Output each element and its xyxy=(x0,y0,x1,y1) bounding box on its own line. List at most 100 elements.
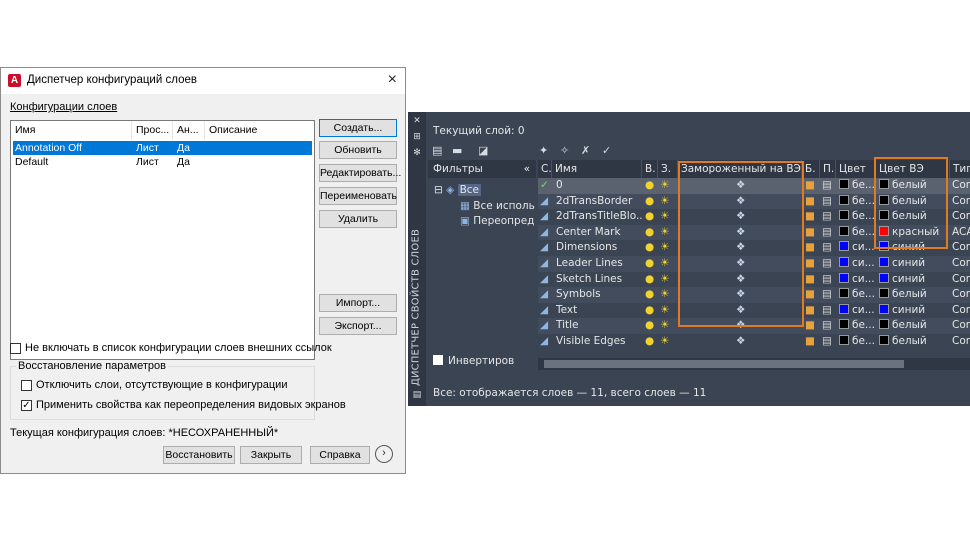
freeze-sun-icon[interactable]: ☀ xyxy=(660,178,674,193)
list-row[interactable]: Annotation Off Лист Да xyxy=(13,141,312,155)
tree-item-all[interactable]: ⊟ ◈ Все xyxy=(434,184,482,196)
linetype[interactable]: Cont xyxy=(952,318,970,333)
plot-icon[interactable]: ▤ xyxy=(822,225,834,240)
group-filter-icon[interactable]: ▬ xyxy=(452,145,466,157)
lock-icon[interactable]: ■ xyxy=(805,287,817,302)
plot-icon[interactable]: ▤ xyxy=(822,256,834,271)
on-off-icon[interactable]: ● xyxy=(645,240,657,255)
lock-icon[interactable]: ■ xyxy=(805,209,817,224)
freeze-sun-icon[interactable]: ☀ xyxy=(660,209,674,224)
freeze-sun-icon[interactable]: ☀ xyxy=(660,256,674,271)
import-button[interactable]: Импорт... xyxy=(319,294,397,312)
vp-freeze-icon[interactable]: ❖ xyxy=(736,334,750,349)
on-off-icon[interactable]: ● xyxy=(645,209,657,224)
freeze-sun-icon[interactable]: ☀ xyxy=(660,334,674,349)
col-header-space[interactable]: Прос... xyxy=(132,121,173,139)
edit-button[interactable]: Редактировать... xyxy=(319,164,401,182)
lock-icon[interactable]: ■ xyxy=(805,303,817,318)
plot-icon[interactable]: ▤ xyxy=(822,303,834,318)
col-header-status[interactable]: С. xyxy=(538,160,552,178)
on-off-icon[interactable]: ● xyxy=(645,225,657,240)
layer-color[interactable]: си... xyxy=(839,272,875,287)
close-icon[interactable]: × xyxy=(388,71,397,89)
freeze-sun-icon[interactable]: ☀ xyxy=(660,225,674,240)
linetype[interactable]: Cont xyxy=(952,256,970,271)
layer-color[interactable]: бе... xyxy=(839,287,875,302)
layer-vp-color[interactable]: белый xyxy=(879,287,949,302)
freeze-sun-icon[interactable]: ☀ xyxy=(660,194,674,209)
on-off-icon[interactable]: ● xyxy=(645,334,657,349)
on-off-icon[interactable]: ● xyxy=(645,272,657,287)
lock-icon[interactable]: ■ xyxy=(805,194,817,209)
on-off-icon[interactable]: ● xyxy=(645,178,657,193)
col-header-description[interactable]: Описание xyxy=(205,121,314,139)
col-header-freeze[interactable]: З. xyxy=(658,160,678,178)
linetype[interactable]: Cont xyxy=(952,287,970,302)
invert-filter-checkbox[interactable] xyxy=(433,355,443,365)
freeze-sun-icon[interactable]: ☀ xyxy=(660,272,674,287)
lock-icon[interactable]: ■ xyxy=(805,334,817,349)
linetype[interactable]: Cont xyxy=(952,334,970,349)
lock-icon[interactable]: ■ xyxy=(805,272,817,287)
col-header-name[interactable]: Имя xyxy=(552,160,642,178)
freeze-sun-icon[interactable]: ☀ xyxy=(660,240,674,255)
lock-icon[interactable]: ■ xyxy=(805,225,817,240)
scrollbar-thumb[interactable] xyxy=(544,360,904,368)
plot-icon[interactable]: ▤ xyxy=(822,334,834,349)
more-options-icon[interactable]: › xyxy=(375,445,393,463)
plot-icon[interactable]: ▤ xyxy=(822,194,834,209)
lock-icon[interactable]: ■ xyxy=(805,318,817,333)
lock-icon[interactable]: ■ xyxy=(805,240,817,255)
on-off-icon[interactable]: ● xyxy=(645,256,657,271)
layer-color[interactable]: бе... xyxy=(839,334,875,349)
restore-button[interactable]: Восстановить xyxy=(163,446,235,464)
list-row[interactable]: Default Лист Да xyxy=(13,155,312,169)
freeze-sun-icon[interactable]: ☀ xyxy=(660,318,674,333)
lock-icon[interactable]: ■ xyxy=(805,256,817,271)
layer-color[interactable]: си... xyxy=(839,303,875,318)
layer-vp-color[interactable]: синий xyxy=(879,256,949,271)
layer-color[interactable]: бе... xyxy=(839,209,875,224)
on-off-icon[interactable]: ● xyxy=(645,303,657,318)
freeze-sun-icon[interactable]: ☀ xyxy=(660,287,674,302)
layer-color[interactable]: бе... xyxy=(839,318,875,333)
linetype[interactable]: Cont xyxy=(952,240,970,255)
new-filter-icon[interactable]: ▤ xyxy=(432,145,446,157)
delete-button[interactable]: Удалить xyxy=(319,210,397,228)
delete-layer-icon[interactable]: ✗ xyxy=(581,145,595,157)
on-off-icon[interactable]: ● xyxy=(645,287,657,302)
new-layer-icon[interactable]: ✦ xyxy=(539,145,553,157)
update-button[interactable]: Обновить xyxy=(319,141,397,159)
lock-icon[interactable]: ■ xyxy=(805,178,817,193)
plot-icon[interactable]: ▤ xyxy=(822,209,834,224)
rename-button[interactable]: Переименовать xyxy=(319,187,397,205)
plot-icon[interactable]: ▤ xyxy=(822,272,834,287)
help-button[interactable]: Справка xyxy=(310,446,370,464)
plot-icon[interactable]: ▤ xyxy=(822,318,834,333)
layer-color[interactable]: бе... xyxy=(839,194,875,209)
col-header-linetype[interactable]: Тип xyxy=(950,160,970,178)
layer-color[interactable]: бе... xyxy=(839,178,875,193)
invert-filter[interactable]: Инвертиров xyxy=(433,355,514,367)
layer-color[interactable]: си... xyxy=(839,240,875,255)
autohide-icon[interactable]: ⊞ xyxy=(412,132,422,142)
plot-icon[interactable]: ▤ xyxy=(822,240,834,255)
linetype[interactable]: Cont xyxy=(952,272,970,287)
layer-vp-color[interactable]: белый xyxy=(879,334,949,349)
close-button[interactable]: Закрыть xyxy=(240,446,302,464)
col-header-lock[interactable]: Б. xyxy=(802,160,820,178)
palette-menu-icon[interactable]: ▤ xyxy=(412,390,422,400)
exclude-xref-checkbox[interactable] xyxy=(10,343,21,354)
on-off-icon[interactable]: ● xyxy=(645,194,657,209)
turn-off-missing-checkbox[interactable] xyxy=(21,380,32,391)
col-header-name[interactable]: Имя xyxy=(11,121,132,139)
tree-toggle-icon[interactable]: ⊟ xyxy=(434,184,443,196)
layer-color[interactable]: бе... xyxy=(839,225,875,240)
horizontal-scrollbar[interactable] xyxy=(538,358,970,370)
layer-row[interactable]: ◢ Visible Edges ●☀ ❖ ■ ▤ бе... белый Cont xyxy=(538,334,970,350)
collapse-filters-icon[interactable]: « xyxy=(524,160,530,178)
layer-states-list[interactable]: Имя Прос... Ан... Описание Annotation Of… xyxy=(10,120,315,360)
apply-overrides-checkbox[interactable]: ✓ xyxy=(21,400,32,411)
settings-icon[interactable]: ✻ xyxy=(412,148,422,158)
set-current-icon[interactable]: ✓ xyxy=(602,145,616,157)
